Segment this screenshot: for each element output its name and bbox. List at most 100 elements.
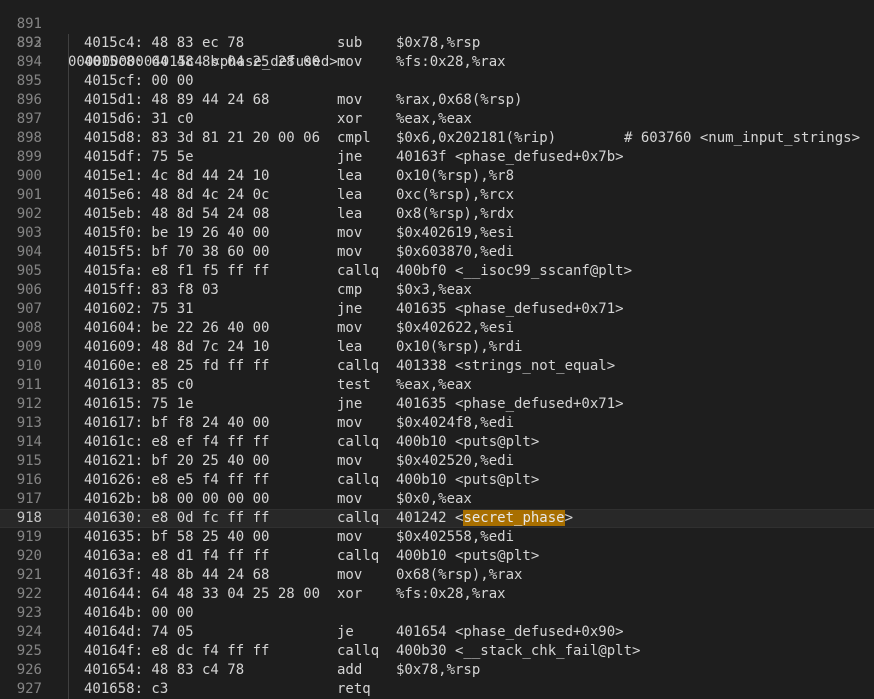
code-line[interactable]: 922 401644: 64 48 33 04 25 28 00 xor %fs:0x… [0,585,874,604]
code-line[interactable]: 909 401609: 48 8d 7c 24 10 lea 0x10(%rsp),%… [0,338,874,357]
code-line[interactable]: 907 401602: 75 31 jne 401635 <phase_defused… [0,300,874,319]
address-bytes: 4015f5: bf 70 38 60 00 [84,244,270,260]
operands: %eax,%eax [396,377,472,393]
mnemonic: xor [337,586,363,602]
indent-guide [68,34,69,53]
indent-guide [68,395,69,414]
address-bytes: 40163f: 48 8b 44 24 68 [84,567,270,583]
code-line[interactable]: 896 4015d1: 48 89 44 24 68 mov %rax,0x68(%r… [0,91,874,110]
mnemonic: lea [337,339,363,355]
address-bytes: 4015fa: e8 f1 f5 ff ff [84,263,270,279]
mnemonic: lea [337,187,363,203]
operands: 400b30 <__stack_chk_fail@plt> [396,643,641,659]
code-line[interactable]: 906 4015ff: 83 f8 03 cmp $0x3,%eax [0,281,874,300]
indent-guide [68,604,69,623]
indent-guide [68,566,69,585]
code-line-header[interactable]: 892 00000000004015c4 <phase_defused>: [0,15,874,70]
line-number: 910 [16,358,42,374]
line-number: 899 [16,149,42,165]
mnemonic: mov [337,225,363,241]
line-number: 903 [16,225,42,241]
operands: 401654 <phase_defused+0x90> [396,624,624,640]
code-line[interactable]: 923 40164b: 00 00 [0,604,874,623]
code-line[interactable]: 915 401621: bf 20 25 40 00 mov $0x402520,%e… [0,452,874,471]
address-bytes: 401604: be 22 26 40 00 [84,320,270,336]
code-line[interactable]: 912 401615: 75 1e jne 401635 <phase_defused… [0,395,874,414]
line-number: 905 [16,263,42,279]
address-bytes: 4015c4: 48 83 ec 78 [84,35,245,51]
mnemonic: jne [337,396,363,412]
code-line[interactable]: 927 401658: c3 retq [0,680,874,699]
code-line[interactable]: 908 401604: be 22 26 40 00 mov $0x402622,%e… [0,319,874,338]
code-line[interactable]: 903 4015f0: be 19 26 40 00 mov $0x402619,%e… [0,224,874,243]
indent-guide [68,262,69,281]
indent-guide [68,357,69,376]
operands: $0x78,%rsp [396,35,481,51]
operands: $0x4024f8,%edi [396,415,515,431]
indent-guide [68,243,69,262]
code-line[interactable]: 899 4015df: 75 5e jne 40163f <phase_defused… [0,148,874,167]
code-line[interactable]: 919 401635: bf 58 25 40 00 mov $0x402558,%e… [0,528,874,547]
mnemonic: je [337,624,354,640]
address-bytes: 40162b: b8 00 00 00 00 [84,491,270,507]
operands: $0x402558,%edi [396,529,515,545]
address-bytes: 401644: 64 48 33 04 25 28 00 [84,586,321,602]
code-line[interactable]: 924 40164d: 74 05 je 401654 <phase_defused+… [0,623,874,642]
indent-guide [68,281,69,300]
indent-guide [68,110,69,129]
code-line[interactable]: 898 4015d8: 83 3d 81 21 20 00 06 cmpl $0x6,… [0,129,874,148]
operands: $0x3,%eax [396,282,472,298]
code-line[interactable]: 902 4015eb: 48 8d 54 24 08 lea 0x8(%rsp),%r… [0,205,874,224]
mnemonic: lea [337,206,363,222]
code-line[interactable]: 918 401630: e8 0d fc ff ff callq 401242 <se… [0,509,874,528]
code-line[interactable]: 926 401654: 48 83 c4 78 add $0x78,%rsp [0,661,874,680]
code-line[interactable]: 905 4015fa: e8 f1 f5 ff ff callq 400bf0 <__… [0,262,874,281]
line-number: 902 [16,206,42,222]
indent-guide [68,414,69,433]
operands: 400b10 <puts@plt> [396,472,540,488]
mnemonic: xor [337,111,363,127]
code-line[interactable]: 921 40163f: 48 8b 44 24 68 mov 0x68(%rsp),%… [0,566,874,585]
code-line[interactable]: 920 40163a: e8 d1 f4 ff ff callq 400b10 <pu… [0,547,874,566]
code-line[interactable]: 911 401613: 85 c0 test %eax,%eax [0,376,874,395]
code-line[interactable]: 900 4015e1: 4c 8d 44 24 10 lea 0x10(%rsp),%… [0,167,874,186]
code-line[interactable]: 893 4015c4: 48 83 ec 78 sub $0x78,%rsp [0,34,874,53]
line-number: 919 [16,529,42,545]
code-line[interactable]: 891 [0,0,874,32]
mnemonic: mov [337,491,363,507]
line-number: 924 [16,624,42,640]
code-line[interactable]: 910 40160e: e8 25 fd ff ff callq 401338 <st… [0,357,874,376]
mnemonic: mov [337,415,363,431]
address-bytes: 4015cf: 00 00 [84,73,194,89]
code-line[interactable]: 917 40162b: b8 00 00 00 00 mov $0x0,%eax [0,490,874,509]
operands: %fs:0x28,%rax [396,586,506,602]
comment: # 603760 <num_input_strings> [624,130,861,146]
operands: $0x603870,%edi [396,244,515,260]
code-line[interactable]: 901 4015e6: 48 8d 4c 24 0c lea 0xc(%rsp),%r… [0,186,874,205]
address-bytes: 4015eb: 48 8d 54 24 08 [84,206,270,222]
operands: 0xc(%rsp),%rcx [396,187,515,203]
code-line[interactable]: 904 4015f5: bf 70 38 60 00 mov $0x603870,%e… [0,243,874,262]
indent-guide [68,205,69,224]
address-bytes: 40161c: e8 ef f4 ff ff [84,434,270,450]
code-line[interactable]: 913 401617: bf f8 24 40 00 mov $0x4024f8,%e… [0,414,874,433]
indent-guide [68,528,69,547]
address-bytes: 401658: c3 [84,681,169,697]
code-line[interactable]: 916 401626: e8 e5 f4 ff ff callq 400b10 <pu… [0,471,874,490]
mnemonic: mov [337,320,363,336]
code-line[interactable]: 925 40164f: e8 dc f4 ff ff callq 400b30 <__… [0,642,874,661]
code-line[interactable]: 894 4015c8: 64 48 8b 04 25 28 00 mov %fs:0x… [0,53,874,72]
code-line[interactable]: 895 4015cf: 00 00 [0,72,874,91]
code-editor[interactable]: 891 892 00000000004015c4 <phase_defused>… [0,0,874,699]
code-line[interactable]: 914 40161c: e8 ef f4 ff ff callq 400b10 <pu… [0,433,874,452]
code-line[interactable]: 897 4015d6: 31 c0 xor %eax,%eax [0,110,874,129]
address-bytes: 4015c8: 64 48 8b 04 25 28 00 [84,54,321,70]
mnemonic: callq [337,472,380,488]
address-bytes: 4015d1: 48 89 44 24 68 [84,92,270,108]
address-bytes: 4015e1: 4c 8d 44 24 10 [84,168,270,184]
line-number: 927 [16,681,42,697]
line-number: 908 [16,320,42,336]
operands: %fs:0x28,%rax [396,54,506,70]
line-number: 918 [16,510,42,526]
address-bytes: 401615: 75 1e [84,396,194,412]
